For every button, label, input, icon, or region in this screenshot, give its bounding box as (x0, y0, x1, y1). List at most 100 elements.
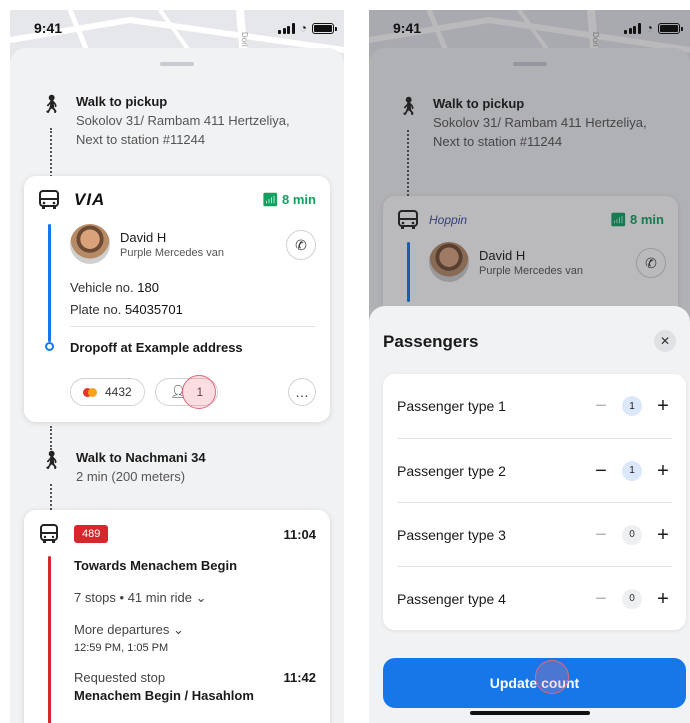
passenger-stepper: − 0 + (592, 588, 672, 609)
departure-times: 12:59 PM, 1:05 PM (74, 642, 169, 654)
decrement-button[interactable]: − (592, 461, 610, 481)
passenger-type-row: Passenger type 1 − 1 + (397, 374, 672, 438)
driver-info: David H Purple Mercedes van (70, 224, 224, 264)
ride-route-line (48, 224, 51, 342)
plate-label: Plate no. (70, 302, 122, 317)
passenger-count: 1 (622, 460, 642, 481)
card-last4: 4432 (105, 385, 132, 399)
arrival-time: 11:42 (283, 670, 316, 685)
payment-method-button[interactable]: 4432 (70, 378, 145, 406)
requested-stop-label: Requested stop (74, 670, 166, 685)
update-count-button[interactable]: Update count (383, 658, 686, 708)
more-options-button[interactable]: … (288, 378, 316, 406)
passenger-count: 1 (622, 396, 642, 416)
passengers-title: Passengers (383, 332, 479, 351)
bus-direction: Towards Menachem Begin (74, 558, 238, 573)
increment-button[interactable]: + (654, 589, 672, 609)
passenger-stepper: − 1 + (592, 460, 672, 481)
passengers-screen: Dori St 9:41 ◔ 🚶︎ Walk to pickup Sokolov… (369, 10, 690, 723)
home-indicator (469, 711, 590, 715)
departure-time: 11:04 (283, 526, 316, 542)
wifi-icon: ◔ (299, 21, 307, 35)
decrement-button[interactable]: − (592, 525, 610, 545)
tap-indicator (535, 660, 569, 694)
plate-number: Plate no. 54035701 (70, 302, 183, 317)
walk-to-pickup-step: 🚶︎ Walk to pickup Sokolov 31/ Rambam 411… (40, 94, 330, 149)
eta-value: 8 min (282, 192, 316, 207)
bus-card[interactable]: 489 11:04 Towards Menachem Begin 7 stops… (24, 510, 330, 723)
increment-button[interactable]: + (654, 396, 672, 416)
increment-button[interactable]: + (654, 461, 672, 481)
driver-car: Purple Mercedes van (120, 246, 224, 259)
passenger-type-label: Passenger type 4 (397, 590, 506, 607)
passenger-type-label: Passenger type 1 (397, 398, 506, 414)
close-icon: ✕ (659, 334, 671, 348)
walk-dotted-line-2 (50, 426, 52, 450)
phone-icon: ✆ (295, 236, 307, 253)
passenger-type-row: Passenger type 3 − 0 + (397, 502, 672, 566)
eta-realtime: 📶︎ 8 min (262, 192, 316, 208)
vehicle-number: Vehicle no. 180 (70, 280, 159, 295)
walk-duration: 2 min (200 meters) (76, 469, 186, 484)
more-departures-label: More departures (74, 622, 170, 637)
call-driver-button[interactable]: ✆ (286, 230, 316, 260)
bus-route-line (48, 556, 51, 723)
decrement-button[interactable]: − (592, 396, 610, 416)
pickup-address: Sokolov 31/ Rambam 411 Hertzeliya, Next … (76, 113, 290, 147)
passenger-type-row: Passenger type 4 − 0 + (397, 566, 672, 630)
battery-icon (658, 22, 683, 34)
plate-value: 54035701 (124, 302, 183, 317)
vehicle-value: 180 (137, 280, 159, 295)
sheet-handle[interactable] (160, 62, 194, 66)
via-logo: VIA (74, 190, 106, 209)
chevron-down-icon: ⌄ (173, 622, 184, 637)
bus-icon (40, 524, 58, 543)
walk-dotted-line-3 (50, 484, 52, 510)
dropoff-label: Dropoff at Example address (70, 340, 243, 355)
passenger-count: 0 (622, 588, 642, 609)
passenger-type-row: Passenger type 2 − 1 + (397, 438, 672, 502)
ride-route-end (45, 342, 54, 351)
passenger-type-label: Passenger type 2 (397, 462, 506, 479)
wifi-icon: ◔ (645, 21, 653, 35)
vehicle-label: Vehicle no. (70, 280, 134, 295)
increment-button[interactable]: + (654, 525, 672, 545)
ride-card[interactable]: VIA 📶︎ 8 min David H Purple Mercedes van… (24, 176, 330, 422)
battery-icon (312, 22, 337, 34)
walk-title: Walk to Nachmani 34 (76, 450, 206, 465)
passenger-stepper: − 0 + (592, 524, 672, 545)
tap-indicator (182, 375, 216, 409)
more-dots-icon: … (295, 384, 309, 400)
chevron-down-icon: ⌄ (195, 590, 207, 605)
walking-person-icon: 🚶︎ (40, 450, 63, 470)
trip-details-screen: Dori St 9:41 ◔ 🚶︎ Walk to pickup Sokolov… (10, 10, 344, 723)
driver-name: David H (120, 229, 167, 245)
passenger-stepper: − 1 + (592, 396, 672, 416)
status-time: 9:41 (393, 20, 422, 36)
stops-summary: 7 stops • 41 min ride (74, 590, 192, 605)
mastercard-icon (83, 387, 97, 397)
trip-sheet[interactable]: 🚶︎ Walk to pickup Sokolov 31/ Rambam 411… (10, 48, 344, 723)
more-departures-toggle[interactable]: More departures ⌄ (74, 622, 184, 638)
close-button[interactable]: ✕ (654, 330, 676, 352)
stops-toggle[interactable]: 7 stops • 41 min ride ⌄ (74, 590, 207, 606)
driver-avatar (70, 224, 110, 264)
signal-icon (624, 22, 641, 34)
passenger-count: 0 (622, 524, 642, 545)
walk-to-stop-step: 🚶︎ Walk to Nachmani 34 2 min (200 meters… (40, 450, 330, 486)
destination-stop: Menachem Begin / Hasahlom (74, 688, 254, 703)
decrement-button[interactable]: − (592, 589, 610, 609)
ride-divider (70, 326, 316, 327)
passengers-sheet: Passengers ✕ Passenger type 1 − 1 + Pass… (369, 306, 690, 723)
walk-title: Walk to pickup (76, 94, 168, 109)
passenger-type-list: Passenger type 1 − 1 + Passenger type 2 … (383, 374, 686, 630)
signal-icon (278, 22, 295, 34)
status-bar: 9:41 ◔ (369, 10, 690, 46)
bus-line-badge: 489 (74, 525, 109, 543)
status-bar: 9:41 ◔ (10, 10, 344, 46)
shuttle-bus-icon (39, 190, 59, 209)
status-time: 9:41 (34, 20, 63, 36)
walk-dotted-line (50, 128, 52, 180)
passenger-type-label: Passenger type 3 (397, 526, 506, 543)
realtime-icon: 📶︎ (261, 192, 279, 207)
